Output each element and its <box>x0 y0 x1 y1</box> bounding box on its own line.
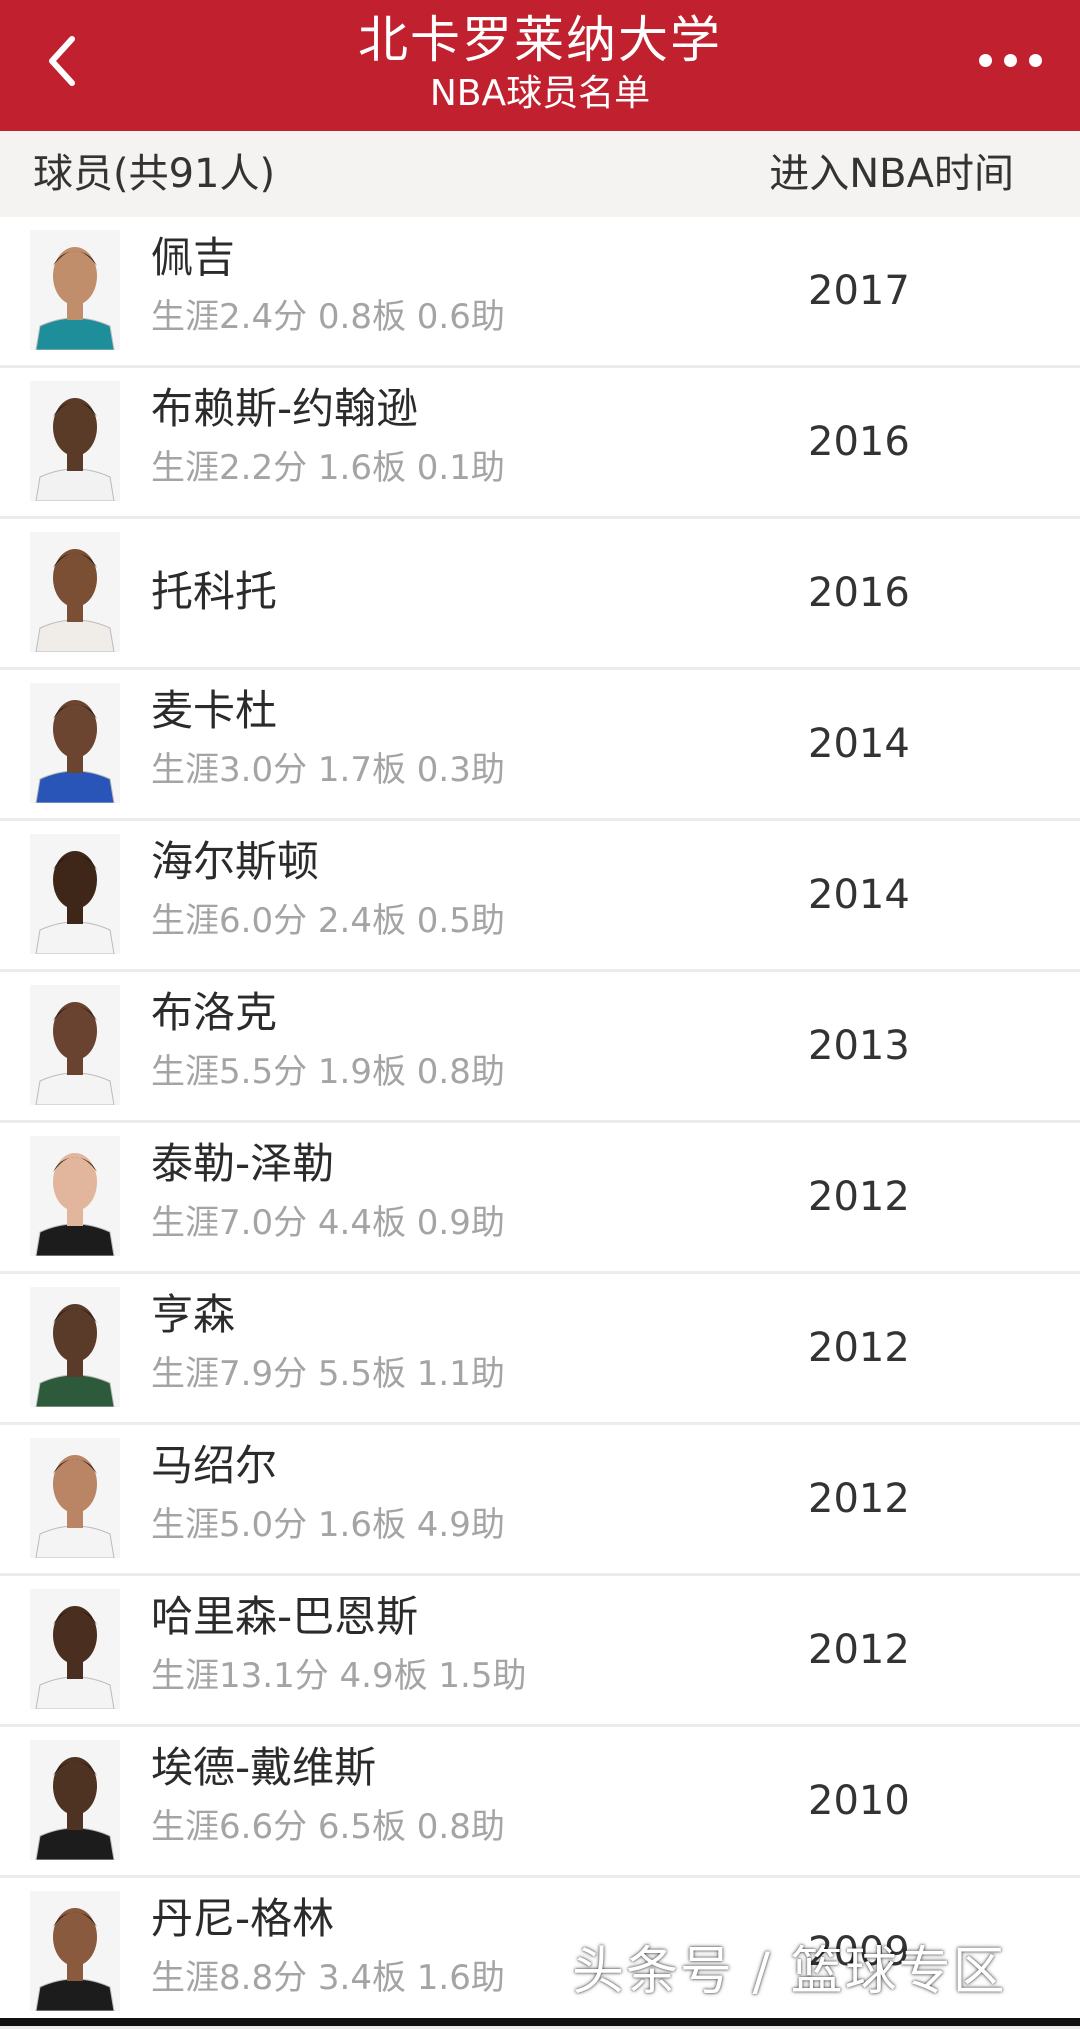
player-row[interactable]: 泰勒-泽勒生涯7.0分 4.4板 0.9助 2012 <box>0 1123 1080 1274</box>
player-name: 丹尼-格林 <box>151 1894 335 1943</box>
column-header: 球员(共91人) 进入NBA时间 <box>0 131 1080 217</box>
player-name: 海尔斯顿 <box>151 837 320 886</box>
player-avatar <box>30 532 120 652</box>
player-name: 布洛克 <box>151 988 278 1037</box>
player-avatar <box>30 1589 120 1709</box>
player-row[interactable]: 亨森生涯7.9分 5.5板 1.1助 2012 <box>0 1274 1080 1425</box>
bottom-edge <box>0 2018 1080 2026</box>
player-row[interactable]: 佩吉生涯2.4分 0.8板 0.6助 2017 <box>0 217 1080 368</box>
player-avatar <box>30 381 120 501</box>
player-avatar <box>30 230 120 350</box>
player-draft-year: 2012 <box>808 1627 910 1673</box>
player-avatar <box>30 683 120 803</box>
player-row[interactable]: 布洛克生涯5.5分 1.9板 0.8助 2013 <box>0 972 1080 1123</box>
player-name: 佩吉 <box>151 233 236 282</box>
player-draft-year: 2014 <box>808 721 910 767</box>
player-row[interactable]: 埃德-戴维斯生涯6.6分 6.5板 0.8助 2010 <box>0 1727 1080 1878</box>
player-draft-year: 2014 <box>808 872 910 918</box>
player-career-stats: 生涯6.0分 2.4板 0.5助 <box>151 901 505 941</box>
player-career-stats: 生涯6.6分 6.5板 0.8助 <box>151 1807 505 1847</box>
player-career-stats: 生涯5.0分 1.6板 4.9助 <box>151 1505 505 1545</box>
more-button[interactable] <box>960 32 1060 88</box>
player-draft-year: 2012 <box>808 1174 910 1220</box>
player-name: 马绍尔 <box>151 1441 278 1490</box>
watermark: 头条号 / 篮球专区 <box>572 1942 1007 2002</box>
player-list: 佩吉生涯2.4分 0.8板 0.6助 2017 布赖斯-约翰逊生涯2.2分 1.6板… <box>0 217 1080 2029</box>
player-name: 麦卡杜 <box>151 686 278 735</box>
player-draft-year: 2016 <box>808 419 910 465</box>
player-avatar <box>30 834 120 954</box>
player-draft-year: 2017 <box>808 268 910 314</box>
more-dot <box>1003 53 1017 67</box>
column-players-label: 球员(共91人) <box>33 151 276 197</box>
player-avatar <box>30 1136 120 1256</box>
player-row[interactable]: 麦卡杜生涯3.0分 1.7板 0.3助 2014 <box>0 670 1080 821</box>
player-draft-year: 2010 <box>808 1778 910 1824</box>
player-name: 布赖斯-约翰逊 <box>151 384 419 433</box>
player-avatar <box>30 985 120 1105</box>
player-row[interactable]: 托科托 2016 <box>0 519 1080 670</box>
player-career-stats: 生涯8.8分 3.4板 1.6助 <box>151 1958 505 1998</box>
player-career-stats: 生涯7.0分 4.4板 0.9助 <box>151 1203 505 1243</box>
app-header: 北卡罗莱纳大学 NBA球员名单 <box>0 0 1080 131</box>
player-name: 埃德-戴维斯 <box>151 1743 377 1792</box>
player-draft-year: 2012 <box>808 1325 910 1371</box>
player-row[interactable]: 马绍尔生涯5.0分 1.6板 4.9助 2012 <box>0 1425 1080 1576</box>
column-year-label: 进入NBA时间 <box>769 151 1014 197</box>
player-career-stats: 生涯3.0分 1.7板 0.3助 <box>151 750 505 790</box>
page-subtitle: NBA球员名单 <box>429 73 651 114</box>
player-draft-year: 2016 <box>808 570 910 616</box>
player-draft-year: 2012 <box>808 1476 910 1522</box>
player-name: 哈里森-巴恩斯 <box>151 1592 419 1641</box>
player-avatar <box>30 1438 120 1558</box>
player-career-stats: 生涯7.9分 5.5板 1.1助 <box>151 1354 505 1394</box>
page-title: 北卡罗莱纳大学 <box>358 11 722 69</box>
player-name: 亨森 <box>151 1290 236 1339</box>
player-row[interactable]: 布赖斯-约翰逊生涯2.2分 1.6板 0.1助 2016 <box>0 368 1080 519</box>
more-dot <box>1028 53 1042 67</box>
player-avatar <box>30 1287 120 1407</box>
player-career-stats: 生涯2.4分 0.8板 0.6助 <box>151 297 505 337</box>
player-avatar <box>30 1891 120 2011</box>
player-draft-year: 2013 <box>808 1023 910 1069</box>
player-name: 泰勒-泽勒 <box>151 1139 335 1188</box>
player-avatar <box>30 1740 120 1860</box>
player-row[interactable]: 哈里森-巴恩斯生涯13.1分 4.9板 1.5助 2012 <box>0 1576 1080 1727</box>
player-row[interactable]: 海尔斯顿生涯6.0分 2.4板 0.5助 2014 <box>0 821 1080 972</box>
player-career-stats: 生涯2.2分 1.6板 0.1助 <box>151 448 505 488</box>
player-name: 托科托 <box>151 567 278 616</box>
player-career-stats: 生涯13.1分 4.9板 1.5助 <box>151 1656 527 1696</box>
more-dots-icon <box>978 53 992 67</box>
player-career-stats: 生涯5.5分 1.9板 0.8助 <box>151 1052 505 1092</box>
